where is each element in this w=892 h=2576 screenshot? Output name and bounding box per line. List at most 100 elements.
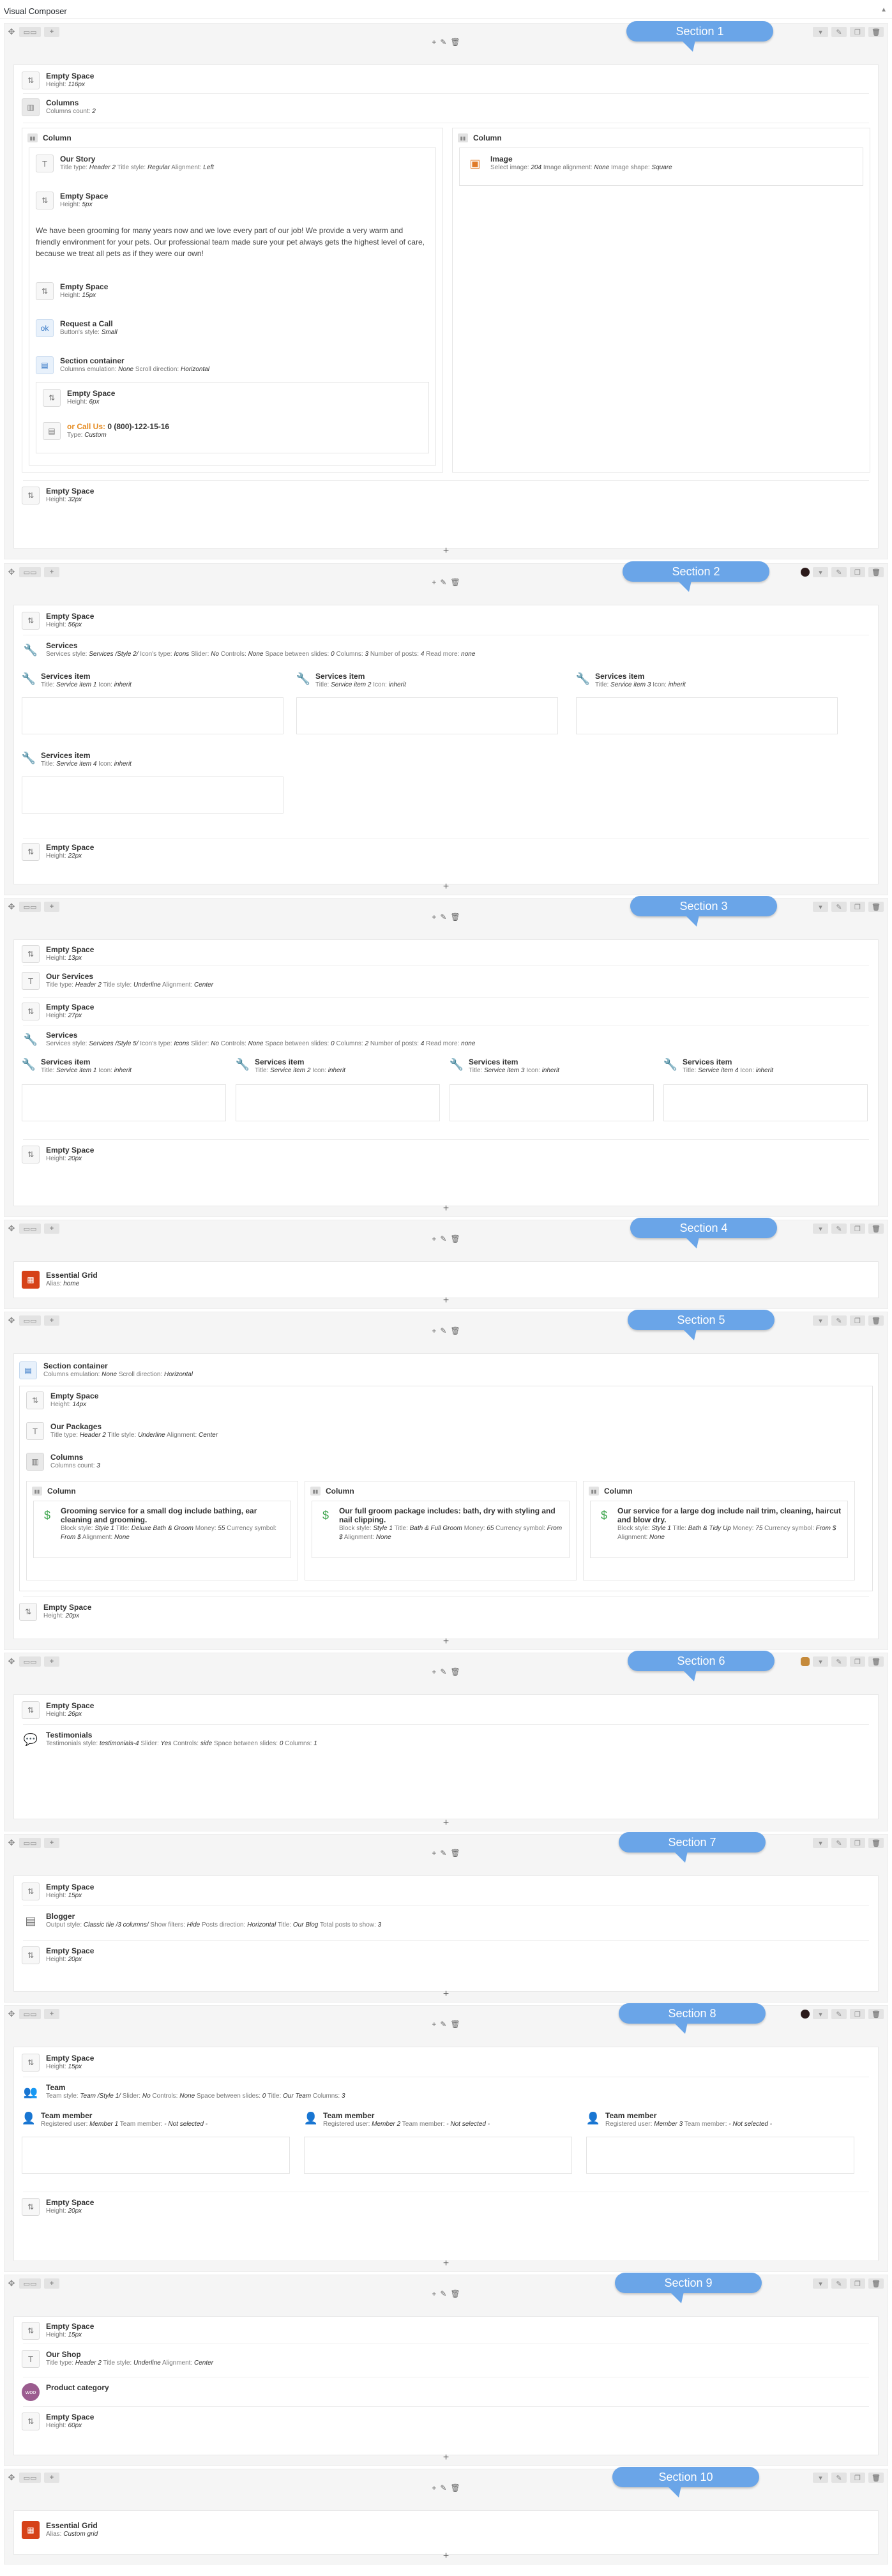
empty-space-element[interactable]: ⇅ Empty Space Height: 60px xyxy=(22,2413,872,2430)
move-icon[interactable]: ✥ xyxy=(7,1315,16,1326)
move-icon[interactable]: ✥ xyxy=(7,1656,16,1667)
layout-icon[interactable]: ▭▭ xyxy=(19,1315,41,1326)
team-member[interactable]: 👤 Team member Registered user: Member 1 Te… xyxy=(22,2111,290,2181)
empty-space-element[interactable]: ⇅ Empty Space Height: 5px xyxy=(36,192,429,209)
add-column-icon[interactable]: + xyxy=(44,2473,59,2483)
empty-space-element[interactable]: ⇅ Empty Space Height: 13px xyxy=(22,945,872,963)
empty-space-element[interactable]: ⇅ Empty Space Height: 20px xyxy=(22,2198,872,2216)
add-column-icon[interactable]: + xyxy=(44,1224,59,1234)
add-column-icon[interactable]: + xyxy=(44,567,59,577)
dropdown-icon[interactable]: ▾ xyxy=(813,902,828,912)
clone-icon[interactable]: ❐ xyxy=(850,27,865,37)
trash-icon[interactable]: 🗑 xyxy=(450,578,460,587)
trash-icon[interactable]: 🗑 xyxy=(450,2020,460,2029)
text-block[interactable]: We have been grooming for many years now… xyxy=(36,225,429,259)
layout-icon[interactable]: ▭▭ xyxy=(19,2473,41,2483)
pencil-icon[interactable]: ✎ xyxy=(440,2483,446,2492)
move-icon[interactable]: ✥ xyxy=(7,567,16,577)
move-icon[interactable]: ✥ xyxy=(7,1224,16,1234)
pencil-icon[interactable]: ✎ xyxy=(440,38,446,47)
add-icon[interactable]: + xyxy=(432,2289,436,2298)
dropdown-icon[interactable]: ▾ xyxy=(813,2009,828,2019)
layout-icon[interactable]: ▭▭ xyxy=(19,27,41,37)
services-item[interactable]: 🔧 Services item Title: Service item 1 Icon… xyxy=(22,1057,226,1130)
edit-icon[interactable]: ✎ xyxy=(831,1224,847,1234)
move-icon[interactable]: ✥ xyxy=(7,2473,16,2483)
delete-icon[interactable]: 🗑 xyxy=(868,902,884,912)
add-element-button[interactable]: + xyxy=(443,2551,449,2561)
trash-icon[interactable]: 🗑 xyxy=(450,1667,460,1676)
clone-icon[interactable]: ❐ xyxy=(850,1224,865,1234)
move-icon[interactable]: ✥ xyxy=(7,27,16,37)
pencil-icon[interactable]: ✎ xyxy=(440,1234,446,1243)
delete-icon[interactable]: 🗑 xyxy=(868,1838,884,1848)
clone-icon[interactable]: ❐ xyxy=(850,1656,865,1667)
add-icon[interactable]: + xyxy=(432,578,436,587)
add-column-icon[interactable]: + xyxy=(44,1656,59,1667)
add-element-button[interactable]: + xyxy=(443,546,449,556)
add-icon[interactable]: + xyxy=(432,2483,436,2492)
add-column-icon[interactable]: + xyxy=(44,1315,59,1326)
add-element-button[interactable]: + xyxy=(443,1637,449,1647)
empty-space-element[interactable]: ⇅ Empty Space Height: 22px xyxy=(22,843,872,861)
dropdown-icon[interactable]: ▾ xyxy=(813,1315,828,1326)
team-member[interactable]: 👤 Team member Registered user: Member 3 Te… xyxy=(586,2111,854,2181)
pencil-icon[interactable]: ✎ xyxy=(440,2020,446,2029)
edit-icon[interactable]: ✎ xyxy=(831,567,847,577)
layout-icon[interactable]: ▭▭ xyxy=(19,2009,41,2019)
add-icon[interactable]: + xyxy=(432,913,436,921)
pencil-icon[interactable]: ✎ xyxy=(440,2289,446,2298)
essential-grid-element[interactable]: ▦ Essential Grid Alias: home xyxy=(22,1271,872,1289)
dropdown-icon[interactable]: ▾ xyxy=(813,567,828,577)
empty-space-element[interactable]: ⇅ Empty Space Height: 56px xyxy=(22,612,872,630)
add-column-icon[interactable]: + xyxy=(44,1838,59,1848)
layout-icon[interactable]: ▭▭ xyxy=(19,1224,41,1234)
trash-icon[interactable]: 🗑 xyxy=(450,1849,460,1858)
clone-icon[interactable]: ❐ xyxy=(850,1838,865,1848)
section-container-element[interactable]: ▤ Section container Columns emulation: Non… xyxy=(36,356,429,374)
delete-icon[interactable]: 🗑 xyxy=(868,567,884,577)
move-icon[interactable]: ✥ xyxy=(7,902,16,912)
clone-icon[interactable]: ❐ xyxy=(850,2009,865,2019)
testimonials-element[interactable]: 💬 Testimonials Testimonials style: testimo… xyxy=(22,1731,872,1748)
trash-icon[interactable]: 🗑 xyxy=(450,2483,460,2492)
services-element[interactable]: 🔧 Services Services style: Services /Style… xyxy=(22,1031,872,1049)
price-block[interactable]: $ Our full groom package includes: bath, … xyxy=(312,1501,570,1558)
move-icon[interactable]: ✥ xyxy=(7,2278,16,2289)
add-column-icon[interactable]: + xyxy=(44,2009,59,2019)
clone-icon[interactable]: ❐ xyxy=(850,2473,865,2483)
layout-icon[interactable]: ▭▭ xyxy=(19,2278,41,2289)
team-element[interactable]: 👥 Team Team style: Team /Style 1/ Slider: … xyxy=(22,2083,872,2101)
delete-icon[interactable]: 🗑 xyxy=(868,27,884,37)
services-item[interactable]: 🔧 Services item Title: Service item 1 Icon… xyxy=(22,672,283,742)
pencil-icon[interactable]: ✎ xyxy=(440,578,446,587)
add-element-button[interactable]: + xyxy=(443,882,449,892)
dropdown-icon[interactable]: ▾ xyxy=(813,1656,828,1667)
collapse-icon[interactable]: ▲ xyxy=(881,6,887,13)
services-item[interactable]: 🔧 Services item Title: Service item 4 Icon… xyxy=(22,751,283,821)
add-icon[interactable]: + xyxy=(432,1234,436,1243)
pencil-icon[interactable]: ✎ xyxy=(440,1667,446,1676)
clone-icon[interactable]: ❐ xyxy=(850,567,865,577)
edit-icon[interactable]: ✎ xyxy=(831,27,847,37)
trash-icon[interactable]: 🗑 xyxy=(450,2289,460,2298)
delete-icon[interactable]: 🗑 xyxy=(868,1656,884,1667)
delete-icon[interactable]: 🗑 xyxy=(868,1315,884,1326)
services-item[interactable]: 🔧 Services item Title: Service item 3 Icon… xyxy=(576,672,838,742)
image-element[interactable]: ▣ Image Select image: 204 Image alignment:… xyxy=(466,155,856,172)
move-icon[interactable]: ✥ xyxy=(7,1838,16,1848)
empty-space-element[interactable]: ⇅ Empty Space Height: 20px xyxy=(19,1603,872,1621)
empty-space-element[interactable]: ⇅ Empty Space Height: 27px xyxy=(22,1003,872,1020)
price-block[interactable]: $ Grooming service for a small dog includ… xyxy=(33,1501,291,1558)
clone-icon[interactable]: ❐ xyxy=(850,2278,865,2289)
title-element[interactable]: Ｔ Our Story Title type: Header 2 Title sty… xyxy=(36,155,429,172)
edit-icon[interactable]: ✎ xyxy=(831,1838,847,1848)
title-element[interactable]: Ｔ Our Shop Title type: Header 2 Title styl… xyxy=(22,2350,872,2368)
empty-space-element[interactable]: ⇅ Empty Space Height: 32px xyxy=(22,487,872,504)
empty-space-element[interactable]: ⇅ Empty Space Height: 20px xyxy=(22,1146,872,1163)
pencil-icon[interactable]: ✎ xyxy=(440,913,446,921)
empty-space-element[interactable]: ⇅ Empty Space Height: 15px xyxy=(22,2322,872,2340)
dropdown-icon[interactable]: ▾ xyxy=(813,27,828,37)
essential-grid-element[interactable]: ▦ Essential Grid Alias: Custom grid xyxy=(22,2521,872,2539)
pencil-icon[interactable]: ✎ xyxy=(440,1326,446,1335)
